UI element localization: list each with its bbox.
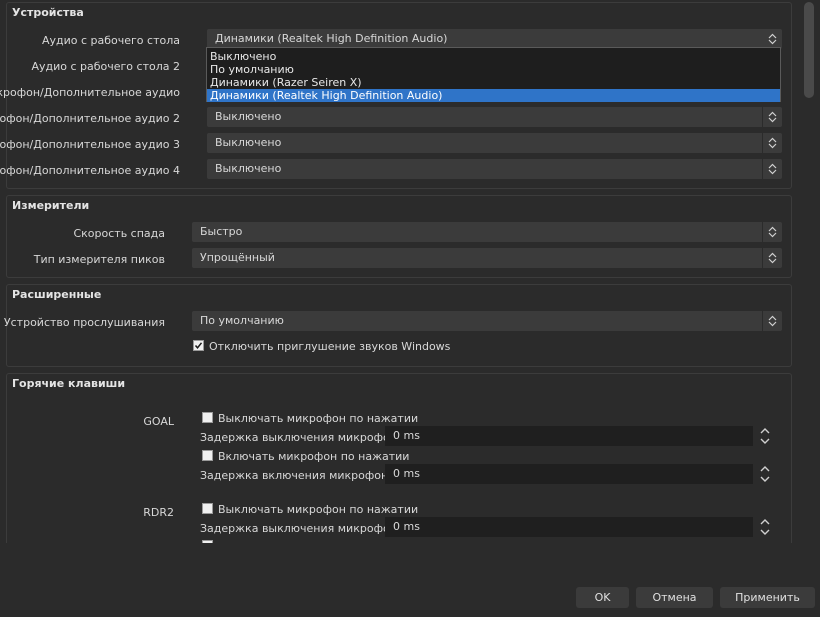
dropdown-option[interactable]: Выключено [207, 50, 780, 63]
push-to-mute-label[interactable]: Выключать микрофон по нажатии [218, 503, 418, 516]
spin-buttons[interactable] [758, 517, 772, 537]
mic-aux-3-value: Выключено [215, 136, 282, 149]
desktop-audio-dropdown-list: Выключено По умолчанию Динамики (Razer S… [206, 47, 781, 102]
scrollbar-thumb[interactable] [804, 2, 814, 98]
monitoring-device-label: Устройство прослушивания [3, 316, 165, 329]
push-to-mute-label[interactable]: Выключать микрофон по нажатии [218, 412, 418, 425]
chevron-up-icon[interactable] [758, 464, 772, 474]
desktop-audio-2-label: Аудио с рабочего стола 2 [31, 60, 180, 73]
push-to-talk-delay-value: 0 ms [393, 467, 420, 480]
monitoring-device-value: По умолчанию [200, 314, 284, 327]
push-to-mute-delay-label: Задержка выключения микрофона [200, 431, 404, 444]
push-to-talk-delay-label: Задержка включения микрофона [200, 469, 395, 482]
chevron-up-icon[interactable] [758, 517, 772, 527]
mic-aux-label: Микрофон/Дополнительное аудио [0, 86, 180, 99]
dropdown-option[interactable]: По умолчанию [207, 63, 780, 76]
peak-meter-type-value: Упрощённый [200, 251, 275, 264]
desktop-audio-value: Динамики (Realtek High Definition Audio) [215, 32, 448, 45]
push-to-talk-delay-input[interactable]: 0 ms [385, 464, 753, 484]
decay-rate-label: Скорость спада [73, 227, 165, 240]
updown-chevron-icon [762, 311, 782, 331]
dropdown-option-selected[interactable]: Динамики (Realtek High Definition Audio) [207, 89, 780, 102]
push-to-mute-delay-input[interactable]: 0 ms [385, 517, 753, 537]
desktop-audio-label: Аудио с рабочего стола [41, 34, 180, 47]
push-to-mute-checkbox[interactable] [202, 412, 213, 423]
disable-ducking-checkbox[interactable] [193, 340, 204, 351]
mic-aux-3-label: Микрофон/Дополнительное аудио 3 [0, 138, 180, 151]
chevron-down-icon[interactable] [758, 527, 772, 537]
checkmark-icon [194, 342, 203, 349]
push-to-mute-delay-input[interactable]: 0 ms [385, 426, 753, 446]
cancel-button[interactable]: Отмена [636, 587, 713, 608]
updown-chevron-icon [762, 133, 782, 153]
vertical-scrollbar[interactable] [800, 0, 820, 543]
updown-chevron-icon [763, 29, 782, 49]
settings-scroll-area: Устройства Аудио с рабочего стола Динами… [0, 0, 800, 543]
push-to-mute-delay-value: 0 ms [393, 429, 420, 442]
mic-aux-4-value: Выключено [215, 162, 282, 175]
updown-chevron-icon [762, 248, 782, 268]
mic-aux-4-label: Микрофон/Дополнительное аудио 4 [0, 164, 180, 177]
hotkey-source-name: RDR2 [143, 506, 174, 519]
devices-group-title: Устройства [12, 6, 84, 19]
mic-aux-2-value: Выключено [215, 110, 282, 123]
chevron-up-icon[interactable] [758, 426, 772, 436]
hotkeys-group-title: Горячие клавиши [12, 377, 126, 390]
push-to-mute-delay-label: Задержка выключения микрофона [200, 522, 404, 535]
updown-chevron-icon [762, 107, 782, 127]
ok-button[interactable]: OK [576, 587, 629, 608]
peak-meter-type-combo[interactable]: Упрощённый [192, 248, 782, 268]
chevron-down-icon[interactable] [758, 436, 772, 446]
updown-chevron-icon [762, 159, 782, 179]
mic-aux-4-combo[interactable]: Выключено [207, 159, 782, 179]
disable-ducking-label[interactable]: Отключить приглушение звуков Windows [209, 340, 450, 353]
decay-rate-combo[interactable]: Быстро [192, 222, 782, 242]
mic-aux-3-combo[interactable]: Выключено [207, 133, 782, 153]
push-to-talk-label[interactable]: Включать микрофон по нажатии [218, 450, 409, 463]
apply-button[interactable]: Применить [720, 587, 815, 608]
meters-group-title: Измерители [12, 199, 90, 212]
push-to-talk-checkbox[interactable] [202, 540, 213, 543]
updown-chevron-icon [762, 222, 782, 242]
dropdown-option[interactable]: Динамики (Razer Seiren X) [207, 76, 780, 89]
hotkey-source-name: GOAL [143, 415, 174, 428]
chevron-down-icon[interactable] [758, 474, 772, 484]
push-to-mute-checkbox[interactable] [202, 503, 213, 514]
mic-aux-2-label: Микрофон/Дополнительное аудио 2 [0, 112, 180, 125]
push-to-talk-checkbox[interactable] [202, 450, 213, 461]
advanced-group-title: Расширенные [12, 288, 102, 301]
spin-buttons[interactable] [758, 464, 772, 484]
monitoring-device-combo[interactable]: По умолчанию [192, 311, 782, 331]
peak-meter-type-label: Тип измерителя пиков [33, 253, 165, 266]
decay-rate-value: Быстро [200, 225, 243, 238]
desktop-audio-combo[interactable]: Динамики (Realtek High Definition Audio) [207, 29, 782, 49]
spin-buttons[interactable] [758, 426, 772, 446]
mic-aux-2-combo[interactable]: Выключено [207, 107, 782, 127]
push-to-mute-delay-value: 0 ms [393, 520, 420, 533]
